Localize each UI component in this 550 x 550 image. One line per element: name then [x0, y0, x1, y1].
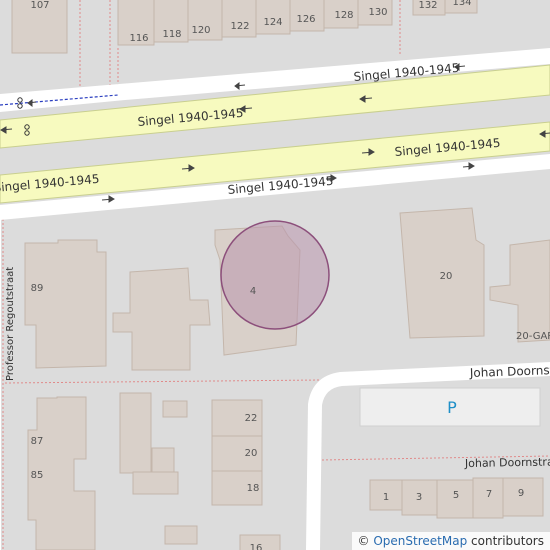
- location-marker[interactable]: [220, 220, 330, 330]
- house-number: 126: [296, 14, 315, 25]
- house-number: 18: [247, 483, 260, 494]
- house-number: 16: [250, 543, 263, 550]
- house-number: 20: [440, 271, 453, 282]
- map-view[interactable]: Singel 1940-1945 Singel 1940-1945 Singel…: [0, 0, 550, 550]
- house-number: 9: [518, 488, 524, 499]
- house-number: 116: [129, 33, 148, 44]
- house-number: 7: [486, 489, 492, 500]
- house-number: 4: [250, 286, 256, 297]
- house-number: 120: [191, 25, 210, 36]
- house-number: 134: [452, 0, 471, 8]
- map-attribution: © OpenStreetMap contributors: [351, 532, 550, 550]
- house-number: 118: [162, 29, 181, 40]
- house-number: 5: [453, 490, 459, 501]
- house-number: 132: [418, 0, 437, 11]
- house-number: 107: [30, 0, 49, 11]
- house-number: 89: [31, 283, 44, 294]
- parking-icon: P: [447, 398, 457, 417]
- house-number: 124: [263, 17, 282, 28]
- house-number: 122: [230, 21, 249, 32]
- house-number: 1: [383, 492, 389, 503]
- house-number: 130: [368, 7, 387, 18]
- road-label-johan-doornstraat: Johan Doornstraa: [464, 455, 550, 470]
- house-number: 85: [31, 470, 44, 481]
- copyright-symbol: ©: [357, 534, 370, 548]
- road-label-professor-regoutstraat: Professor Regoutstraat: [5, 267, 16, 381]
- road-label-johan-doornstraat: Johan Doornst: [469, 363, 550, 380]
- house-number: 3: [416, 492, 422, 503]
- house-number: 128: [334, 10, 353, 21]
- house-number: 87: [31, 436, 44, 447]
- osm-link[interactable]: OpenStreetMap: [373, 534, 467, 548]
- house-number: 22: [245, 413, 258, 424]
- house-number: 20: [245, 448, 258, 459]
- house-number: 20-GAR: [516, 331, 550, 342]
- attribution-suffix: contributors: [467, 534, 544, 548]
